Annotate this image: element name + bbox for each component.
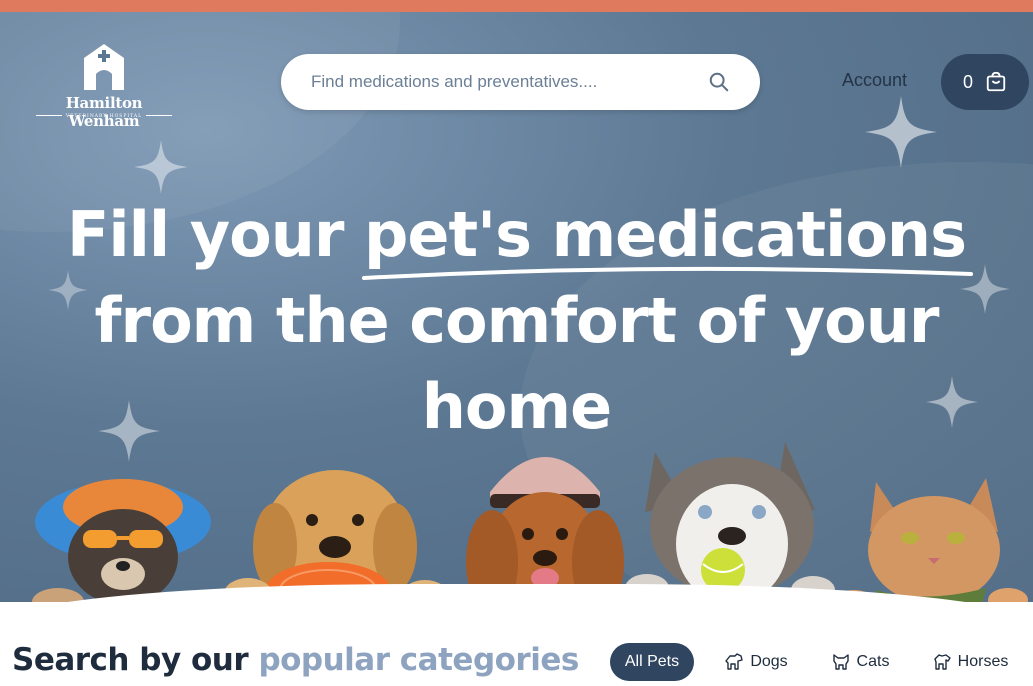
search-bar[interactable] — [281, 54, 760, 110]
account-link[interactable]: Account — [842, 70, 907, 91]
spaniel-helmet-image — [458, 457, 624, 602]
headline-line-2: from the comfort of your home — [94, 284, 940, 443]
sparkle-icon — [865, 96, 937, 168]
golden-retriever-image — [224, 470, 449, 602]
filter-horses[interactable]: Horses — [922, 643, 1018, 681]
cart-button[interactable]: 0 — [941, 54, 1029, 110]
brand-logo[interactable]: Hamilton Wenham VETERINARY HOSPITAL — [28, 44, 180, 130]
cart-count: 0 — [962, 71, 973, 92]
horse-icon — [933, 654, 951, 670]
categories-title-plain: Search by our — [12, 642, 259, 678]
dog-icon — [725, 653, 744, 670]
filter-label: Dogs — [750, 653, 788, 670]
filter-label: Horses — [957, 653, 1009, 670]
cat-icon — [832, 654, 849, 670]
headline-line-1: Fill your pet's medications — [0, 192, 1033, 280]
filter-all-pets[interactable]: All Pets — [610, 643, 694, 681]
brand-name: Hamilton Wenham — [65, 94, 143, 130]
categories-section: Search by our popular categories All Pet… — [0, 630, 1033, 686]
filter-label: All Pets — [624, 653, 680, 670]
headline-emphasis: pet's medications — [364, 198, 967, 271]
search-input[interactable] — [311, 72, 708, 92]
headline-underline — [362, 266, 973, 280]
categories-title-accent: popular categories — [258, 642, 579, 678]
hero-banner: Hamilton Wenham VETERINARY HOSPITAL Acco… — [0, 12, 1033, 602]
filter-label: Cats — [856, 653, 890, 670]
headline-line-1-plain: Fill your — [67, 198, 365, 271]
sparkle-icon — [134, 140, 188, 194]
top-accent-bar — [0, 0, 1033, 12]
pets-illustration — [0, 432, 1033, 602]
vet-house-logo-icon — [84, 44, 124, 90]
search-icon[interactable] — [708, 71, 730, 93]
filter-cats[interactable]: Cats — [822, 643, 898, 681]
categories-title: Search by our popular categories — [12, 642, 579, 678]
shopping-bag-icon — [986, 71, 1006, 92]
hero-headline: Fill your pet's medications from the com… — [0, 192, 1033, 450]
orange-cat-image — [836, 478, 1028, 602]
filter-dogs[interactable]: Dogs — [716, 643, 796, 681]
husky-image — [625, 442, 835, 602]
brand-subtitle: VETERINARY HOSPITAL — [28, 114, 180, 119]
dog-in-hat-image — [32, 479, 218, 602]
